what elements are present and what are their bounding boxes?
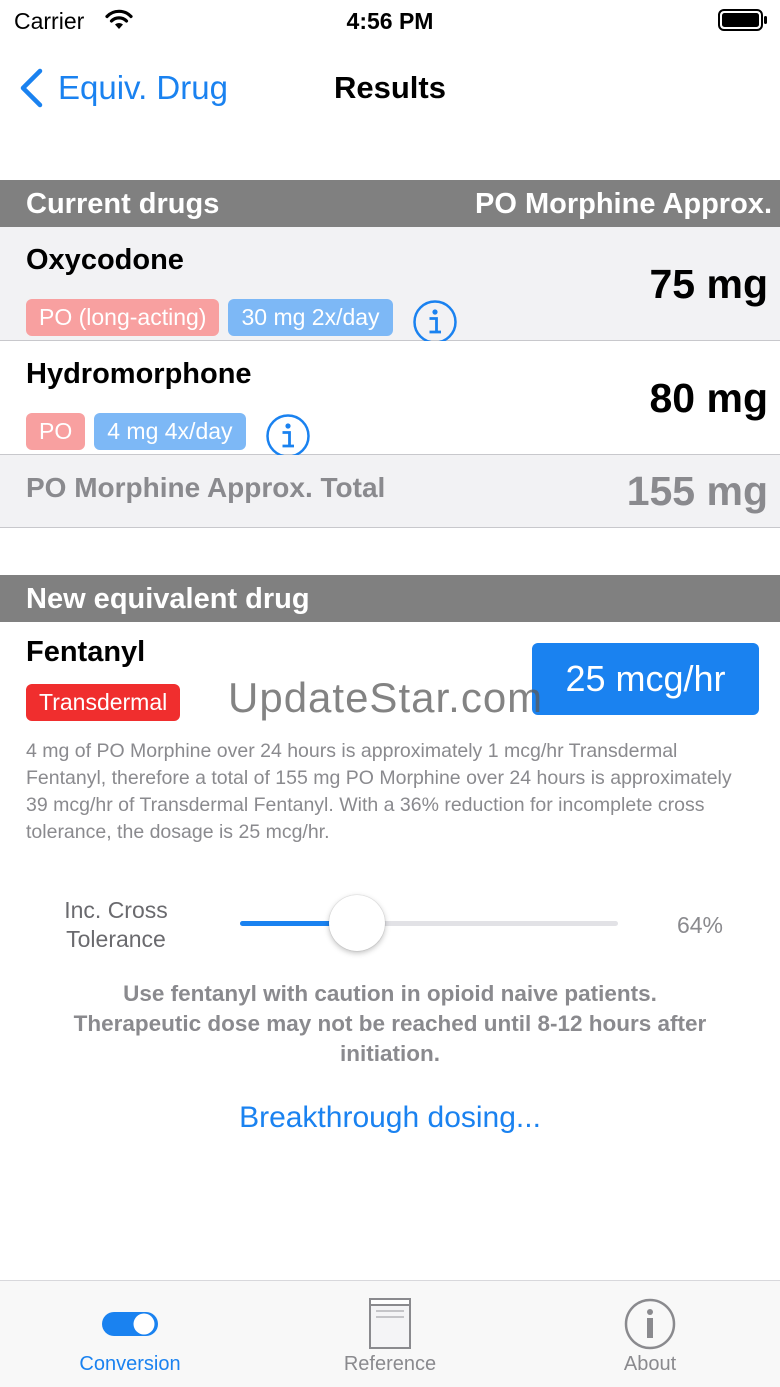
drug-row-oxycodone[interactable]: Oxycodone PO (long-acting) 30 mg 2x/day …	[0, 227, 780, 344]
watermark: UpdateStar.com	[228, 674, 544, 721]
route-tag: PO (long-acting)	[26, 298, 220, 336]
tab-conversion[interactable]: Conversion	[0, 1281, 260, 1387]
tab-reference[interactable]: Reference	[260, 1281, 520, 1387]
info-icon[interactable]	[265, 413, 311, 459]
drug-row-hydromorphone[interactable]: Hydromorphone PO 4 mg 4x/day 80 mg	[0, 341, 780, 458]
drug-tags: PO (long-acting) 30 mg 2x/day	[26, 289, 458, 345]
morphine-equivalent: 80 mg	[649, 375, 769, 421]
route-tag: PO	[26, 412, 86, 450]
new-drug-title: New equivalent drug	[26, 583, 310, 615]
regimen-tag: 30 mg 2x/day	[228, 298, 393, 336]
tab-label: Reference	[343, 1353, 437, 1375]
cross-tolerance-slider[interactable]	[240, 894, 618, 952]
cross-tolerance-label: Inc. Cross Tolerance	[64, 897, 168, 952]
caution-note: Use fentanyl with caution in opioid naiv…	[73, 981, 707, 1066]
tab-about[interactable]: About	[520, 1281, 780, 1387]
tab-label: Conversion	[79, 1353, 181, 1375]
total-value: 155 mg	[626, 468, 768, 514]
new-drug-name: Fentanyl	[26, 636, 146, 668]
tab-bar: Conversion Reference About	[0, 1280, 780, 1387]
tab-label: About	[623, 1353, 677, 1375]
slider-thumb[interactable]	[329, 895, 386, 951]
book-icon	[369, 1298, 411, 1349]
morphine-equivalent: 75 mg	[649, 261, 769, 307]
drug-tags: PO 4 mg 4x/day	[26, 403, 311, 459]
drug-name: Oxycodone	[26, 244, 184, 276]
status-time: 4:56 PM	[346, 8, 434, 34]
toggle-icon	[102, 1312, 158, 1336]
new-drug-header: New equivalent drug	[0, 575, 780, 622]
new-dose-button[interactable]: 25 mcg/hr	[532, 643, 759, 715]
info-icon[interactable]	[412, 299, 458, 345]
regimen-tag: 4 mg 4x/day	[94, 412, 246, 450]
conversion-explanation: 4 mg of PO Morphine over 24 hours is app…	[26, 740, 732, 843]
current-drugs-header: Current drugs PO Morphine Approx.	[0, 180, 780, 227]
total-row: PO Morphine Approx. Total 155 mg	[0, 455, 780, 528]
battery-icon	[718, 9, 767, 31]
breakthrough-dosing-link[interactable]: Breakthrough dosing...	[0, 1101, 780, 1135]
page-title: Results	[334, 70, 446, 105]
nav-bar: Equiv. Drug Results	[0, 50, 780, 130]
info-icon	[624, 1298, 676, 1350]
current-drugs-title: Current drugs	[26, 188, 220, 220]
morphine-column-title: PO Morphine Approx.	[475, 188, 772, 220]
total-label: PO Morphine Approx. Total	[26, 472, 386, 503]
transdermal-tag: Transdermal	[26, 684, 181, 721]
status-bar: Carrier 4:56 PM	[0, 0, 780, 44]
new-drug-route: Transdermal	[26, 684, 189, 721]
drug-name: Hydromorphone	[26, 358, 252, 390]
cross-tolerance-value: 64%	[676, 912, 724, 938]
